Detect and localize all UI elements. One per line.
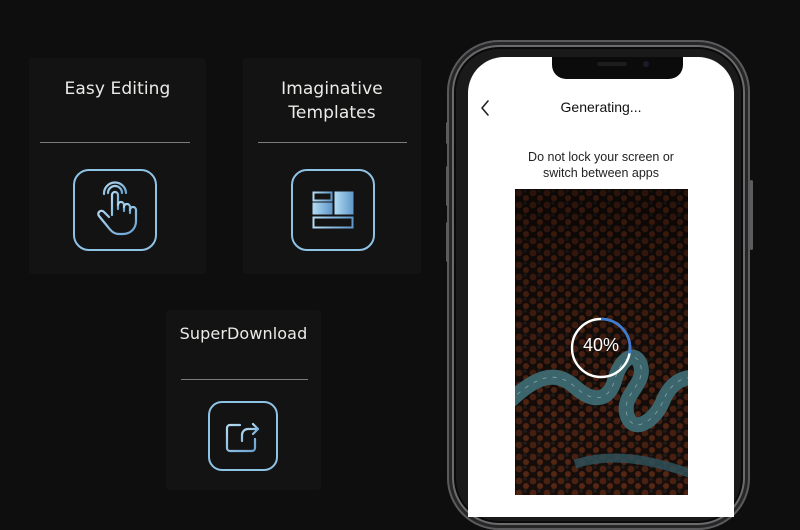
touch-hand-icon xyxy=(73,169,157,251)
feature-card-easy-editing: Easy Editing xyxy=(29,58,206,274)
warning-message-line2: switch between apps xyxy=(542,166,660,180)
speaker-grille xyxy=(597,62,627,66)
feature-title-line1: Imaginative xyxy=(281,79,383,99)
progress-ring: 40% xyxy=(569,316,633,380)
video-preview-image: 40% xyxy=(515,189,688,495)
divider xyxy=(181,379,308,380)
feature-title: Imaginative Templates xyxy=(243,77,421,125)
phone-silent-switch xyxy=(446,122,449,144)
template-layout-icon xyxy=(291,169,375,251)
phone-volume-down xyxy=(446,222,449,262)
divider xyxy=(258,142,407,143)
screen-title: Generating... xyxy=(560,99,642,115)
front-camera xyxy=(643,61,649,67)
phone-screen: Generating... Do not lock your screen or… xyxy=(468,57,734,517)
feature-title: Easy Editing xyxy=(64,79,171,99)
feature-card-superdownload: SuperDownload xyxy=(166,310,321,490)
share-export-icon xyxy=(208,401,278,471)
feature-title-line2: Templates xyxy=(288,103,376,123)
warning-message: Do not lock your screen or switch betwee… xyxy=(468,149,734,181)
phone-notch xyxy=(552,57,683,79)
progress-percent-label: 40% xyxy=(582,335,620,355)
feature-title: SuperDownload xyxy=(179,324,308,343)
divider xyxy=(40,142,190,143)
phone-power-button xyxy=(750,180,753,250)
phone-volume-up xyxy=(446,166,449,206)
feature-card-imaginative-templates: Imaginative Templates xyxy=(243,58,421,274)
warning-message-line1: Do not lock your screen or xyxy=(528,150,674,164)
